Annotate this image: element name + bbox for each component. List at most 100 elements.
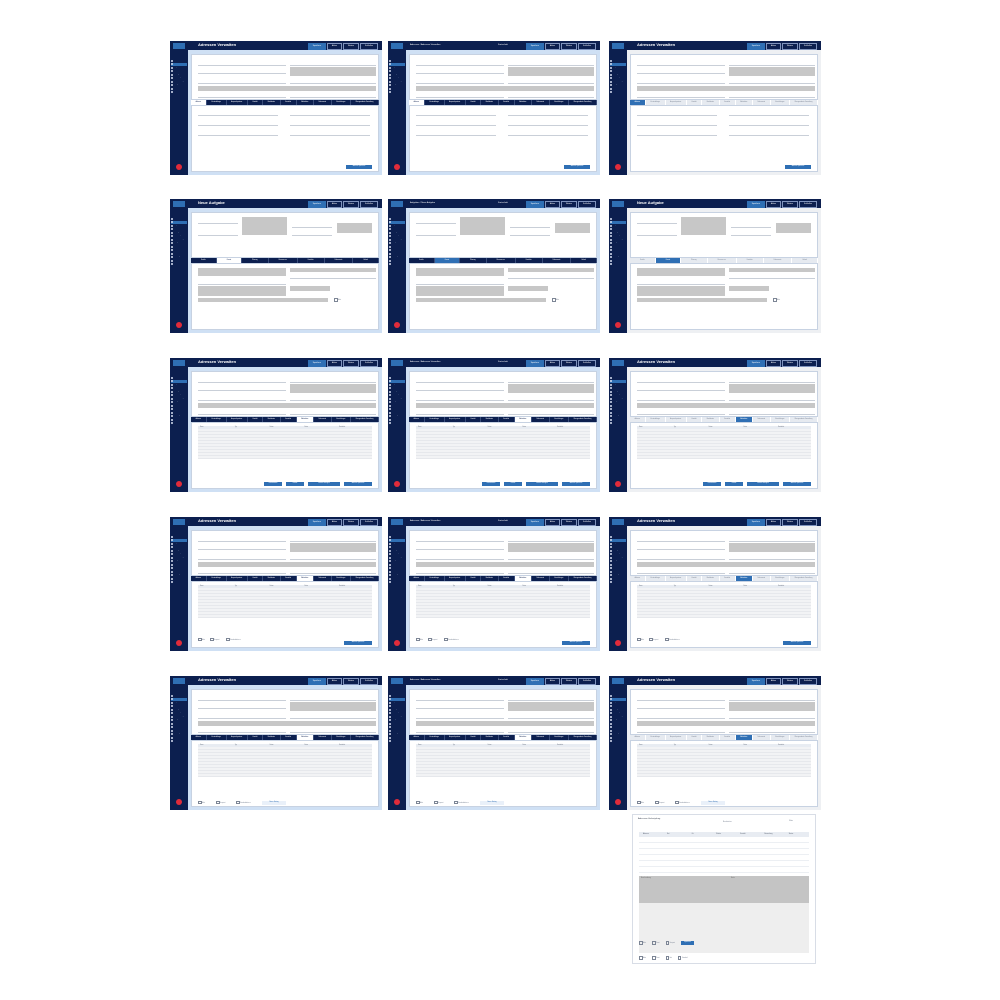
form-field[interactable]	[508, 79, 594, 84]
sidebar-item[interactable]: Hilfe	[171, 581, 187, 584]
save-button[interactable]: Speichern	[525, 678, 544, 685]
checkbox-active[interactable]: Aktiv	[416, 638, 423, 642]
form-field[interactable]	[198, 545, 286, 550]
form-field[interactable]	[729, 410, 815, 415]
close-button[interactable]: Schließen	[799, 43, 817, 50]
form-field[interactable]	[198, 714, 286, 719]
form-field[interactable]	[637, 537, 725, 542]
close-button[interactable]: Schließen	[799, 201, 817, 208]
table-row[interactable]	[416, 774, 590, 777]
form-field[interactable]	[637, 121, 717, 126]
form-field[interactable]	[416, 231, 456, 236]
form-field[interactable]	[637, 111, 717, 116]
save-address-button[interactable]: Adresse speichern	[344, 482, 372, 486]
action-button[interactable]: Aktion	[765, 678, 781, 685]
logout-button[interactable]	[394, 481, 400, 487]
sidebar-item[interactable]: Hilfe	[610, 740, 626, 743]
logout-button[interactable]	[394, 322, 400, 328]
form-field[interactable]	[290, 555, 376, 560]
checkbox-active[interactable]: Aktiv	[334, 298, 341, 302]
more-button[interactable]: Weitere	[781, 678, 798, 685]
form-field[interactable]	[729, 396, 815, 401]
save-button[interactable]: Speichern	[307, 201, 326, 208]
save-button[interactable]: Speichern	[525, 519, 544, 526]
checkbox-locked[interactable]: Gesperrt	[655, 801, 664, 805]
logout-button[interactable]	[176, 799, 182, 805]
form-field[interactable]	[292, 231, 332, 236]
form-field[interactable]	[416, 378, 504, 383]
checkbox-default[interactable]: Standardadresse	[675, 801, 690, 805]
action-button[interactable]: Aktion	[326, 678, 342, 685]
form-field[interactable]	[198, 555, 286, 560]
form-field[interactable]	[290, 111, 370, 116]
checkbox-locked[interactable]: Gesperrt	[428, 638, 437, 642]
form-field[interactable]	[729, 93, 815, 98]
form-field[interactable]	[416, 280, 504, 285]
more-button[interactable]: Weitere	[342, 360, 359, 367]
breadcrumb[interactable]: Adressen / Adressen Verwalten	[410, 44, 440, 46]
form-field[interactable]	[729, 61, 815, 66]
form-field[interactable]	[637, 410, 725, 415]
checkbox-aktiv-2[interactable]: Aktiv	[639, 956, 646, 960]
sidebar-item[interactable]: Hilfe	[171, 740, 187, 743]
confirm-button[interactable]: Übernehmen	[264, 482, 282, 486]
form-field[interactable]	[508, 569, 594, 574]
sidebar-item[interactable]: Hilfe	[610, 422, 626, 425]
form-field[interactable]	[416, 111, 496, 116]
form-field[interactable]	[637, 280, 725, 285]
logout-button[interactable]	[615, 481, 621, 487]
form-field[interactable]	[416, 93, 504, 98]
logout-button[interactable]	[176, 640, 182, 646]
form-field[interactable]	[731, 223, 771, 228]
sidebar-item[interactable]: Mitarbeiter	[389, 91, 405, 94]
table-row[interactable]	[637, 774, 811, 777]
sidebar-item[interactable]: Hilfe	[171, 263, 187, 266]
checkbox-aktiv[interactable]: Aktiv	[639, 941, 646, 945]
save-address-button[interactable]: Adresse speichern	[344, 641, 372, 645]
more-button[interactable]: Weitere	[560, 43, 577, 50]
action-button[interactable]: Aktion	[544, 678, 560, 685]
logout-button[interactable]	[394, 164, 400, 170]
form-field[interactable]	[508, 121, 588, 126]
checkbox-info[interactable]: Info	[666, 956, 672, 960]
form-field[interactable]	[290, 696, 376, 701]
form-field[interactable]	[637, 696, 725, 701]
checkbox-default[interactable]: Standardadresse	[665, 638, 680, 642]
save-button[interactable]: Speichern	[307, 678, 326, 685]
form-field[interactable]	[416, 555, 504, 560]
save-address-button[interactable]: Adresse speichern	[564, 165, 590, 169]
form-field[interactable]	[416, 61, 504, 66]
sidebar-item[interactable]: Hilfe	[389, 740, 405, 743]
table-row[interactable]	[637, 615, 811, 618]
more-button[interactable]: Weitere	[342, 678, 359, 685]
confirm-button[interactable]: Übernehmen	[703, 482, 721, 486]
save-button[interactable]: Speichern	[525, 360, 544, 367]
action-button[interactable]: Aktion	[765, 201, 781, 208]
confirm-button[interactable]: Übernehmen	[482, 482, 500, 486]
close-button[interactable]: Schließen	[578, 360, 596, 367]
checkbox-privat[interactable]: Privat	[652, 941, 660, 945]
form-field[interactable]	[729, 79, 815, 84]
checkbox-default[interactable]: Standardadresse	[236, 801, 251, 805]
form-field[interactable]	[290, 714, 376, 719]
form-field[interactable]	[508, 555, 594, 560]
form-field[interactable]	[508, 131, 588, 136]
table-row[interactable]	[416, 456, 590, 459]
form-field[interactable]	[198, 396, 286, 401]
form-field[interactable]	[637, 714, 725, 719]
form-field[interactable]	[729, 121, 809, 126]
table-row[interactable]	[198, 774, 372, 777]
close-button[interactable]: Schließen	[578, 519, 596, 526]
checkbox-active[interactable]: Aktiv	[637, 638, 644, 642]
form-field[interactable]	[198, 131, 278, 136]
more-button[interactable]: Weitere	[781, 201, 798, 208]
form-field[interactable]	[729, 274, 815, 279]
form-field[interactable]	[198, 410, 286, 415]
breadcrumb[interactable]: Adressen / Adressen Verwalten	[410, 361, 440, 363]
form-field[interactable]	[508, 714, 594, 719]
form-field[interactable]	[416, 121, 496, 126]
save-button[interactable]: Speichern	[525, 201, 544, 208]
close-button[interactable]: Schließen	[799, 519, 817, 526]
history-button[interactable]: Historie anzeigen	[308, 482, 340, 486]
card-save-button[interactable]: Speichern	[681, 941, 694, 945]
